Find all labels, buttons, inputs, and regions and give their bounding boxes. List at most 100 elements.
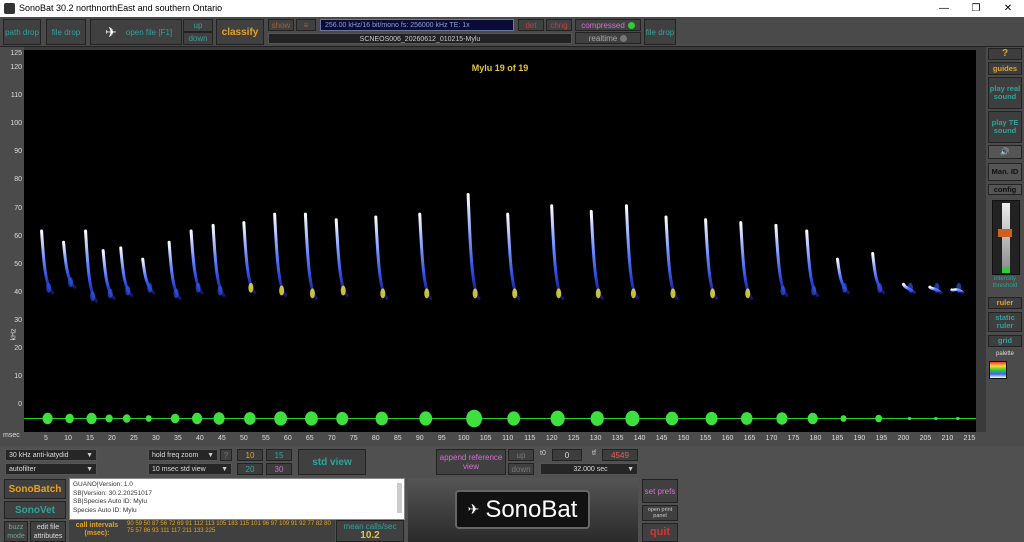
x-axis-label: msec (3, 432, 20, 439)
spectrogram-panel[interactable]: Mylu 19 of 19 (24, 50, 976, 405)
call-energy-peak (841, 282, 847, 293)
open-print-panel-button[interactable]: open print panel (642, 505, 678, 521)
call-energy-peak (46, 282, 52, 293)
call-energy-peak (380, 288, 386, 299)
waveform-burst (213, 412, 225, 425)
minimize-button[interactable]: — (930, 1, 958, 16)
metadata-line: Species Auto ID: Mylu (73, 506, 137, 514)
compressed-toggle[interactable]: compressed (575, 19, 641, 31)
man-id-button[interactable]: Man. ID (988, 163, 1022, 181)
std-view-select[interactable]: 10 msec std view (148, 463, 232, 475)
call-pulse (418, 212, 433, 300)
hold-freq-zoom-select[interactable]: hold freq zoom (148, 449, 218, 461)
sonobatch-button[interactable]: SonoBatch (4, 479, 66, 499)
guides-button[interactable]: guides (988, 62, 1022, 75)
intensity-slider[interactable] (992, 200, 1020, 275)
title-bar: SonoBat 30.2 northnorthEast and southern… (0, 0, 1024, 17)
metadata-box[interactable]: GUANO|Version: 1.0 SB|Version: 30.2.2025… (69, 478, 405, 520)
edit-file-attributes-button[interactable]: edit file attributes (30, 521, 66, 542)
bat-icon: ✈ (105, 23, 117, 40)
call-energy-peak (780, 285, 786, 296)
waveform-burst (65, 413, 74, 424)
t0-field[interactable]: 0 (552, 449, 582, 461)
show-toggle-icon[interactable]: ≡ (296, 19, 316, 31)
up-small-button[interactable]: up (508, 449, 534, 461)
bat-logo-icon: ✈ (467, 501, 480, 517)
quit-button[interactable]: quit (642, 523, 678, 542)
call-energy-peak (670, 288, 676, 299)
slider-thumb[interactable] (998, 229, 1012, 237)
config-button[interactable]: config (988, 184, 1022, 195)
waveform-burst (875, 414, 883, 423)
window-title: SonoBat 30.2 northnorthEast and southern… (19, 3, 223, 13)
sonovet-button[interactable]: SonoVet (4, 501, 66, 519)
call-energy-peak (512, 288, 518, 299)
set-prefs-button[interactable]: set prefs (642, 479, 678, 503)
antikatydid-select[interactable]: 30 kHz anti-katydid (5, 449, 97, 461)
zoom-30-button[interactable]: 30 (266, 463, 292, 475)
zoom-15-button[interactable]: 15 (266, 449, 292, 461)
x-tick-label: 205 (919, 435, 932, 442)
down-small-button[interactable]: down (508, 463, 534, 475)
show-button[interactable]: show (268, 19, 294, 31)
call-energy-peak (147, 282, 153, 293)
autofilter-select[interactable]: autofilter (5, 463, 97, 475)
realtime-toggle[interactable]: realtime (575, 32, 641, 44)
y-axis-label: kHz (10, 328, 18, 341)
call-intervals-values: 90 59 50 87 56 72 69 91 112 113 105 183 … (127, 521, 331, 534)
call-energy-peak (595, 288, 601, 299)
tf-field[interactable]: 4549 (602, 449, 638, 461)
det-button[interactable]: det (518, 19, 544, 31)
restore-button[interactable]: ❐ (962, 1, 990, 16)
palette-swatch[interactable] (989, 361, 1007, 379)
x-tick-label: 95 (437, 435, 446, 442)
call-pulse (466, 193, 481, 300)
waveform-burst (419, 411, 433, 426)
x-axis: msec 5 10 15 20 25 30 35 40 45 50 55 60 65 70 75 80 85 90… (0, 432, 990, 446)
down-button[interactable]: down (183, 32, 213, 45)
call-pulse (189, 229, 204, 295)
metadata-scrollbar[interactable] (397, 483, 402, 513)
waveform-burst (42, 412, 53, 425)
speaker-icon[interactable]: 🔊 (988, 145, 1022, 159)
path-drop-button[interactable]: path drop (3, 19, 41, 45)
x-tick-label: 140 (633, 435, 646, 442)
zoom-20-button[interactable]: 20 (237, 463, 263, 475)
x-tick-label: 130 (589, 435, 602, 442)
static-ruler-button[interactable]: static ruler (988, 312, 1022, 332)
y-tick-label: 20 (14, 344, 22, 352)
std-view-button[interactable]: std view (298, 449, 366, 475)
sonobat-logo: ✈ SonoBat (455, 490, 590, 529)
buzz-mode-button[interactable]: buzz mode (4, 521, 28, 542)
waveform-burst (550, 410, 565, 427)
ruler-button[interactable]: ruler (988, 297, 1022, 309)
y-tick-label: 0 (18, 401, 22, 408)
call-pulse (664, 215, 679, 300)
waveform-burst (122, 414, 131, 423)
call-energy-peak (934, 282, 940, 293)
close-button[interactable]: ✕ (994, 1, 1022, 16)
x-tick-label: 90 (415, 435, 424, 442)
file-drop-button[interactable]: file drop (46, 19, 86, 45)
waveform-burst (336, 411, 349, 426)
waveform-burst (705, 411, 718, 426)
help-small-icon[interactable]: ? (220, 449, 232, 461)
file-drop-right-button[interactable]: file drop (644, 19, 676, 45)
call-energy-peak (90, 291, 96, 302)
play-real-sound-button[interactable]: play real sound (988, 77, 1022, 109)
play-te-sound-button[interactable]: play TE sound (988, 111, 1022, 143)
duration-select[interactable]: 32.000 sec (540, 463, 638, 475)
zoom-10-button[interactable]: 10 (237, 449, 263, 461)
spectrogram-plot[interactable] (24, 50, 976, 405)
x-tick-label: 110 (502, 435, 514, 442)
oscillogram[interactable] (24, 405, 976, 432)
chng-button[interactable]: chng (546, 19, 572, 31)
open-file-button[interactable]: ✈ open file [F1] (90, 19, 182, 45)
classify-button[interactable]: classify (216, 19, 264, 45)
up-button[interactable]: up (183, 19, 213, 32)
grid-button[interactable]: grid (988, 335, 1022, 347)
append-reference-view-button[interactable]: append reference view (436, 449, 506, 475)
help-button[interactable]: ? (988, 48, 1022, 60)
waveform-burst (375, 411, 388, 426)
waveform-burst (244, 412, 256, 425)
